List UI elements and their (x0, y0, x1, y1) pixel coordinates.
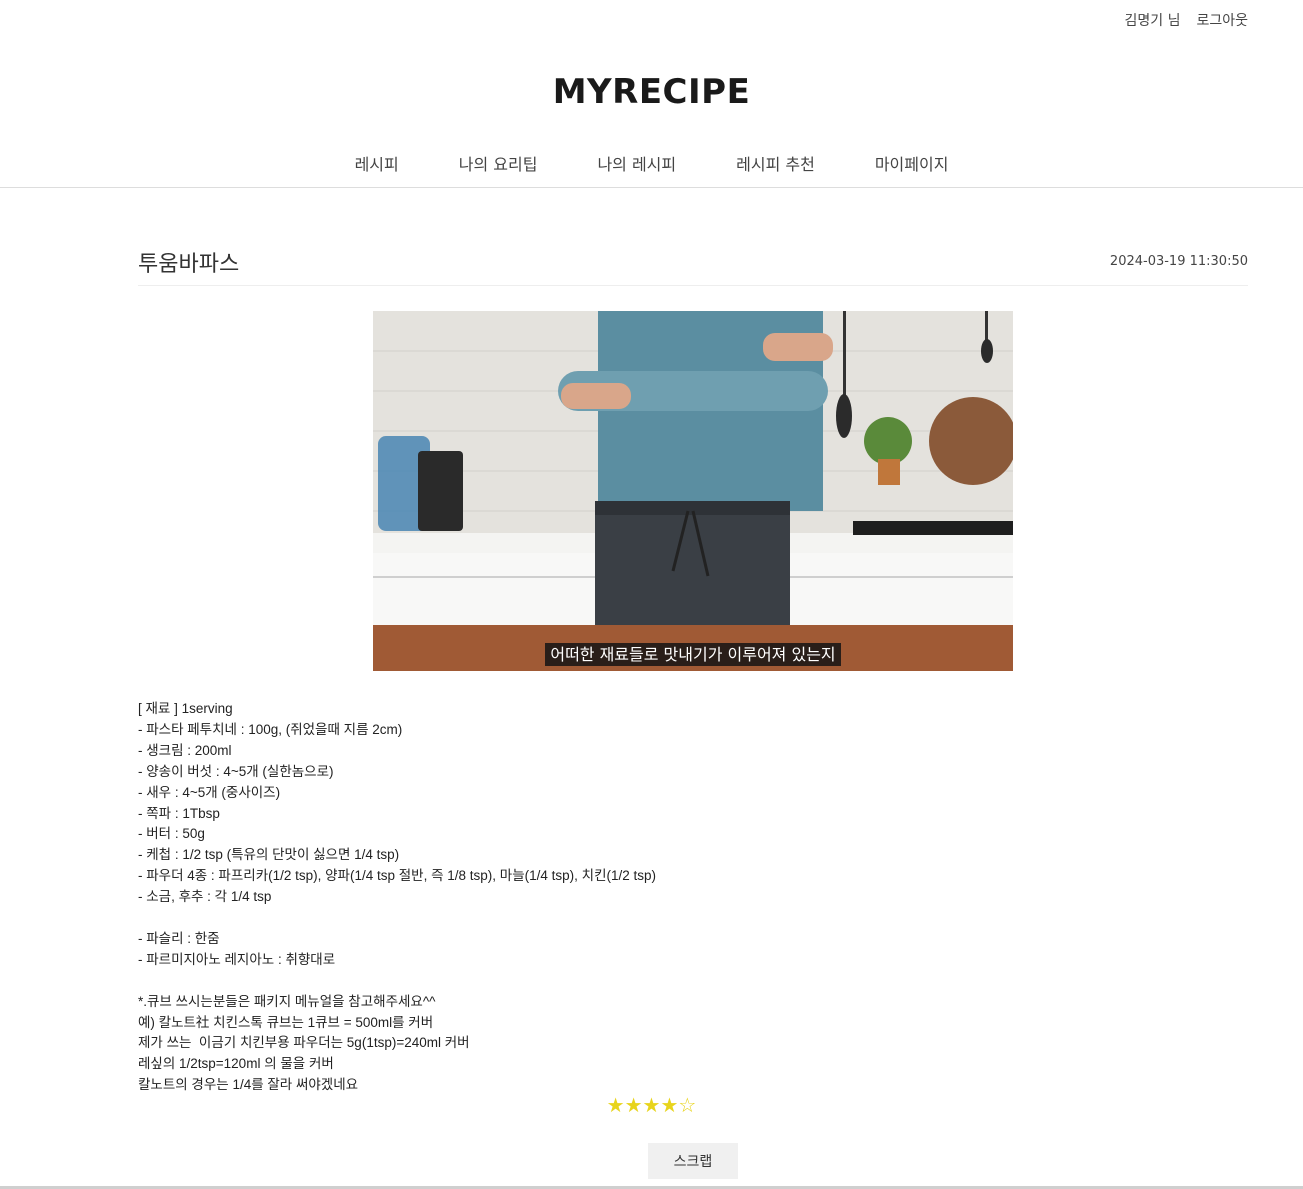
recipe-line: 제가 쓰는 이금기 치킨부용 파우더는 5g(1tsp)=240ml 커버 (138, 1035, 470, 1051)
recipe-line: - 생크림 : 200ml (138, 742, 232, 758)
main-nav: 레시피 나의 요리팁 나의 레시피 레시피 추천 마이페이지 (0, 154, 1303, 188)
post-date: 2024-03-19 11:30:50 (1109, 254, 1248, 269)
star-filled-icon[interactable]: ★ (607, 1093, 625, 1117)
recipe-body: [ 재료 ] 1serving - 파스타 페투치네 : 100g, (쥐었을때 … (138, 699, 1038, 1096)
post-header: 투움바파스 2024-03-19 11:30:50 (138, 240, 1248, 286)
user-name: 김명기 님 (1124, 13, 1181, 29)
recipe-line: - 쪽파 : 1Tbsp (138, 805, 220, 821)
scrap-button[interactable]: 스크랩 (648, 1143, 738, 1179)
page: 김명기 님 로그아웃 MYRECIPE 레시피 나의 요리팁 나의 레시피 레시… (0, 0, 1303, 1189)
recipe-line: - 파르미지아노 레지아노 : 취향대로 (138, 951, 336, 967)
recipe-video[interactable]: 어떠한 재료들로 맛내기가 이루어져 있는지 (373, 311, 1013, 671)
nav-item-my-tips[interactable]: 나의 요리팁 (429, 154, 568, 176)
star-rating[interactable]: ★★★★☆ (0, 1093, 1303, 1117)
recipe-line: 예) 칼노트社 치킨스톡 큐브는 1큐브 = 500ml를 커버 (138, 1014, 434, 1030)
recipe-line: 레싶의 1/2tsp=120ml 의 물을 커버 (138, 1056, 334, 1072)
nav-item-recipe[interactable]: 레시피 (325, 154, 429, 176)
star-filled-icon[interactable]: ★ (643, 1093, 661, 1117)
recipe-line: - 새우 : 4~5개 (중사이즈) (138, 784, 281, 800)
star-empty-icon[interactable]: ☆ (678, 1093, 696, 1117)
recipe-line (138, 971, 1038, 992)
post-title: 투움바파스 (138, 252, 240, 277)
nav-item-my-recipe[interactable]: 나의 레시피 (567, 154, 706, 176)
recipe-line: - 버터 : 50g (138, 826, 205, 842)
recipe-line: - 파슬리 : 한줌 (138, 930, 220, 946)
video-subtitle: 어떠한 재료들로 맛내기가 이루어져 있는지 (373, 641, 1013, 666)
recipe-line (138, 908, 1038, 929)
recipe-line: - 소금, 후추 : 각 1/4 tsp (138, 889, 272, 905)
recipe-line: - 양송이 버섯 : 4~5개 (실한놈으로) (138, 763, 334, 779)
star-filled-icon[interactable]: ★ (625, 1093, 643, 1117)
nav-item-mypage[interactable]: 마이페이지 (845, 154, 979, 176)
recipe-line: *.큐브 쓰시는분들은 패키지 메뉴얼을 참고해주세요^^ (138, 993, 436, 1009)
recipe-line: - 파우더 4종 : 파프리카(1/2 tsp), 양파(1/4 tsp 절반,… (138, 868, 657, 884)
recipe-line: - 케첩 : 1/2 tsp (특유의 단맛이 싫으면 1/4 tsp) (138, 847, 400, 863)
recipe-line: [ 재료 ] 1serving (138, 701, 233, 716)
recipe-line: - 파스타 페투치네 : 100g, (쥐었을때 지름 2cm) (138, 721, 403, 737)
star-filled-icon[interactable]: ★ (660, 1093, 678, 1117)
nav-item-recommend[interactable]: 레시피 추천 (706, 154, 845, 176)
video-subtitle-text: 어떠한 재료들로 맛내기가 이루어져 있는지 (545, 643, 841, 666)
user-bar: 김명기 님 로그아웃 (1124, 10, 1248, 30)
video-frame-illustration (373, 311, 1013, 671)
logout-link[interactable]: 로그아웃 (1196, 10, 1248, 30)
site-logo[interactable]: MYRECIPE (0, 72, 1303, 112)
